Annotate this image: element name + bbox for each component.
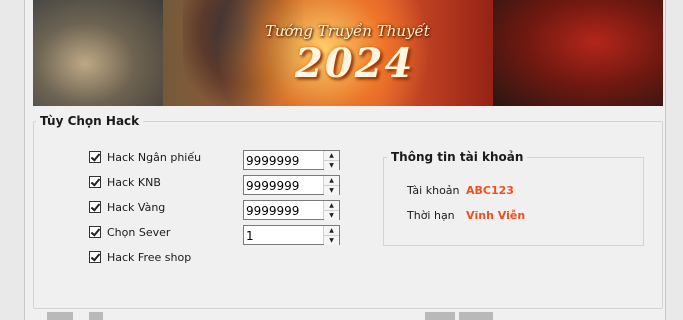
- game-banner: Tướng Truyền Thuyết 2024: [33, 0, 663, 106]
- banner-warrior-right: [493, 0, 663, 106]
- hack-knb-label: Hack KNB: [107, 175, 161, 189]
- hack-vang-checkbox[interactable]: [89, 201, 101, 213]
- option-hack-ngan-phieu[interactable]: Hack Ngân phiếu: [89, 149, 201, 165]
- ngan-phieu-spinner[interactable]: 9999999 ▲ ▼: [243, 150, 340, 170]
- next-section-cutoff: [33, 310, 661, 320]
- hack-knb-checkbox[interactable]: [89, 176, 101, 188]
- spin-down-icon[interactable]: ▼: [324, 186, 339, 195]
- hack-ngan-phieu-checkbox[interactable]: [89, 151, 101, 163]
- spin-up-icon[interactable]: ▲: [324, 226, 339, 236]
- spin-up-icon[interactable]: ▲: [324, 176, 339, 186]
- account-value: ABC123: [466, 184, 514, 197]
- banner-title: Tướng Truyền Thuyết: [265, 22, 430, 40]
- vang-value[interactable]: 9999999: [246, 204, 299, 218]
- sever-spinner[interactable]: 1 ▲ ▼: [243, 225, 340, 245]
- hack-ngan-phieu-label: Hack Ngân phiếu: [107, 150, 202, 164]
- vang-spinner[interactable]: 9999999 ▲ ▼: [243, 200, 340, 220]
- hack-free-shop-checkbox[interactable]: [89, 251, 101, 263]
- knb-value[interactable]: 9999999: [246, 179, 299, 193]
- option-hack-vang[interactable]: Hack Vàng: [89, 199, 165, 215]
- chon-sever-checkbox[interactable]: [89, 226, 101, 238]
- knb-spinner[interactable]: 9999999 ▲ ▼: [243, 175, 340, 195]
- option-chon-sever[interactable]: Chọn Sever: [89, 224, 170, 240]
- account-info-title: Thông tin tài khoản: [387, 150, 528, 164]
- hack-options-title: Tùy Chọn Hack: [36, 114, 144, 128]
- expiry-value: Vĩnh Viễn: [466, 209, 526, 222]
- spin-down-icon[interactable]: ▼: [324, 211, 339, 220]
- account-info-group: [383, 157, 644, 246]
- chon-sever-label: Chọn Sever: [107, 225, 171, 239]
- option-hack-knb[interactable]: Hack KNB: [89, 174, 161, 190]
- spin-down-icon[interactable]: ▼: [324, 236, 339, 245]
- spin-up-icon[interactable]: ▲: [324, 201, 339, 211]
- spin-down-icon[interactable]: ▼: [324, 161, 339, 170]
- expiry-label: Thời hạn: [407, 209, 455, 222]
- spin-up-icon[interactable]: ▲: [324, 151, 339, 161]
- hack-free-shop-label: Hack Free shop: [107, 250, 192, 264]
- banner-year: 2024: [295, 40, 415, 87]
- account-label: Tài khoản: [407, 184, 460, 197]
- sever-value[interactable]: 1: [246, 229, 254, 243]
- ngan-phieu-value[interactable]: 9999999: [246, 154, 299, 168]
- option-hack-free-shop[interactable]: Hack Free shop: [89, 249, 191, 265]
- hack-vang-label: Hack Vàng: [107, 200, 166, 214]
- banner-warrior-left: [33, 0, 163, 106]
